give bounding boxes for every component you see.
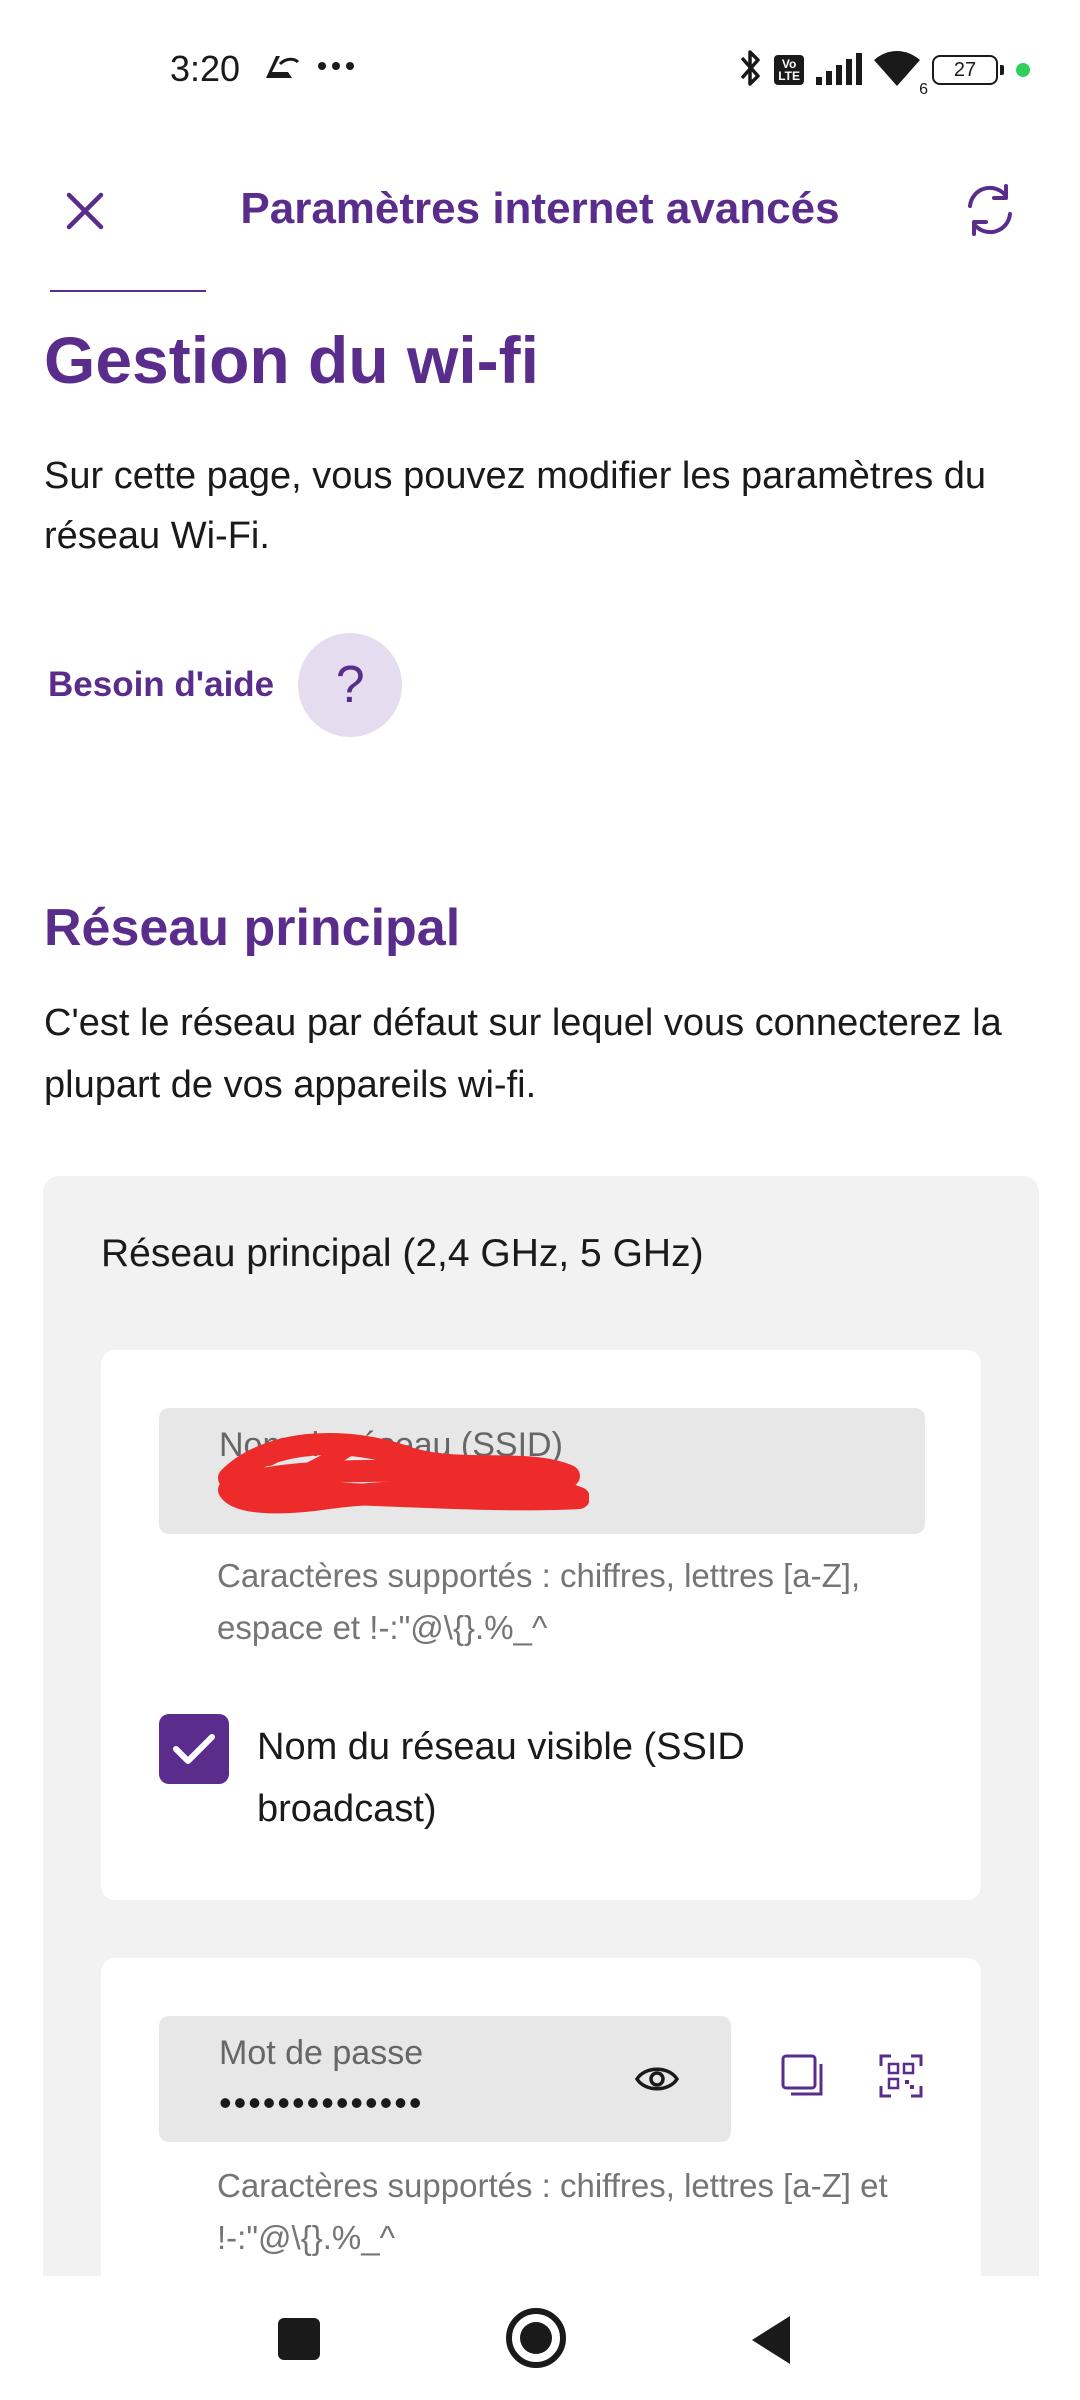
ssid-field[interactable]: Nom du réseau (SSID) bbox=[159, 1408, 925, 1534]
refresh-icon bbox=[968, 184, 1012, 236]
status-bar: 3:20 Vo LTE 6 27 bbox=[0, 0, 1080, 140]
password-label: Mot de passe bbox=[219, 2034, 424, 2072]
help-link[interactable]: Besoin d'aide ? bbox=[48, 632, 403, 738]
ssid-hint: Caractères supportés : chiffres, lettres… bbox=[217, 1557, 861, 1646]
section-title: Réseau principal bbox=[44, 899, 461, 957]
page-title: Gestion du wi-fi bbox=[44, 323, 539, 397]
more-dots-icon bbox=[316, 59, 356, 77]
show-password-button[interactable] bbox=[627, 2054, 687, 2104]
page-intro: Sur cette page, vous pouvez modifier les… bbox=[44, 455, 987, 557]
refresh-button[interactable] bbox=[950, 170, 1030, 250]
qr-code-icon bbox=[879, 2054, 923, 2098]
qr-code-button[interactable] bbox=[871, 2046, 931, 2106]
ssid-card: Nom du réseau (SSID) Caractères supporté… bbox=[101, 1350, 981, 1900]
eye-icon bbox=[635, 2067, 679, 2091]
battery-icon: 27 bbox=[932, 55, 1004, 85]
header-title: Paramètres internet avancés bbox=[240, 184, 840, 233]
wifi-icon: 6 bbox=[872, 48, 928, 98]
battery-level: 27 bbox=[953, 58, 977, 81]
network-panel: Réseau principal (2,4 GHz, 5 GHz) Nom du… bbox=[43, 1176, 1039, 2298]
status-time: 3:20 bbox=[170, 48, 241, 89]
privacy-indicator-dot bbox=[1016, 63, 1030, 77]
system-nav-bar bbox=[0, 2276, 1080, 2400]
password-value[interactable]: •••••••••••••• bbox=[219, 2082, 423, 2124]
cell-signal-icon bbox=[814, 51, 862, 90]
ssid-broadcast-checkbox[interactable] bbox=[159, 1714, 229, 1784]
home-icon bbox=[520, 2322, 552, 2354]
password-card: Mot de passe •••••••••••••• Caractères s… bbox=[101, 1958, 981, 2298]
redaction-scribble bbox=[218, 1433, 589, 1514]
wifi-badge: 6 bbox=[919, 80, 928, 98]
bluetooth-icon bbox=[738, 48, 764, 93]
ssid-broadcast-label[interactable]: Nom du réseau visible (SSID broadcast) bbox=[257, 1716, 877, 1840]
password-hint: Caractères supportés : chiffres, lettres… bbox=[217, 2167, 888, 2256]
back-button[interactable] bbox=[752, 2316, 790, 2364]
status-right-icons: Vo LTE 6 27 bbox=[738, 48, 1030, 98]
volte-icon: Vo LTE bbox=[774, 55, 804, 85]
help-icon[interactable]: ? bbox=[298, 633, 403, 737]
password-field[interactable]: Mot de passe •••••••••••••• bbox=[159, 2016, 731, 2142]
home-button[interactable] bbox=[506, 2308, 566, 2368]
section-description: C'est le réseau par défaut sur lequel vo… bbox=[44, 1002, 1002, 1106]
recents-button[interactable] bbox=[278, 2318, 320, 2360]
checkmark-icon bbox=[173, 1734, 215, 1764]
panel-title: Réseau principal (2,4 GHz, 5 GHz) bbox=[101, 1232, 704, 1275]
status-left-icons bbox=[262, 48, 356, 88]
copy-password-button[interactable] bbox=[773, 2046, 833, 2106]
help-label[interactable]: Besoin d'aide bbox=[48, 665, 274, 705]
signal-app-icon bbox=[262, 48, 302, 89]
tab-indicator bbox=[50, 290, 206, 292]
copy-icon bbox=[781, 2054, 823, 2096]
app-header: Paramètres internet avancés bbox=[0, 140, 1080, 280]
